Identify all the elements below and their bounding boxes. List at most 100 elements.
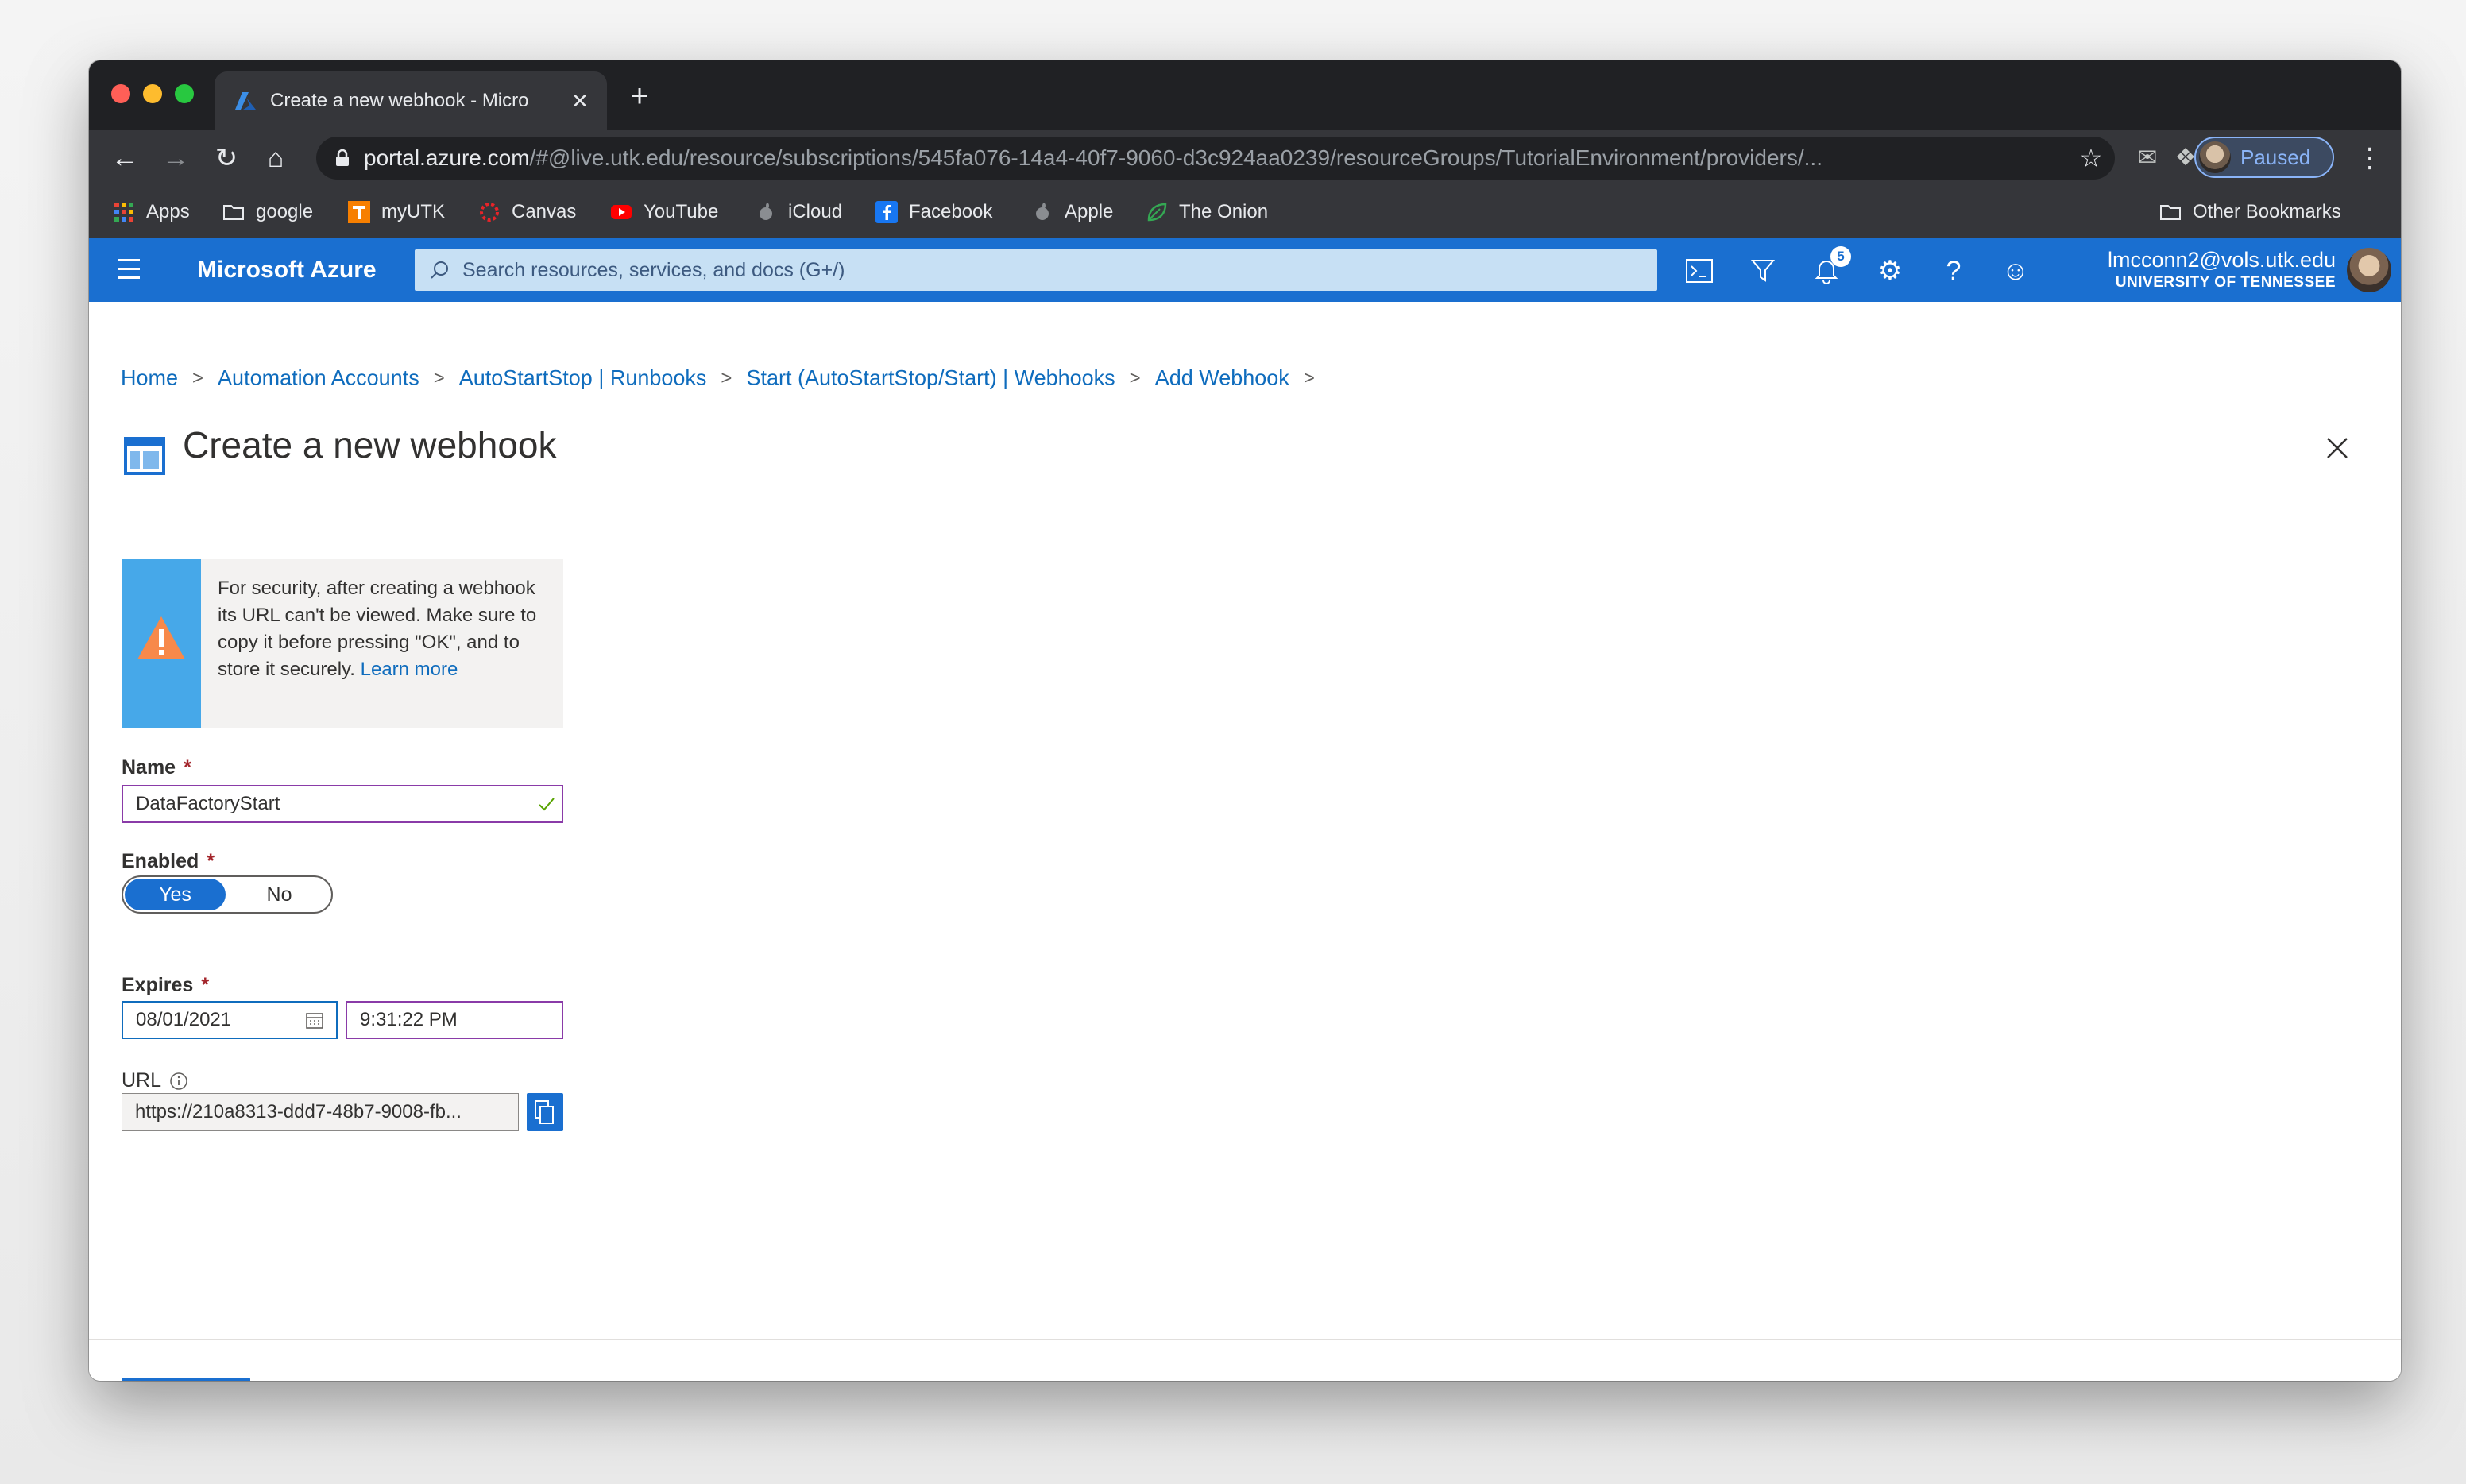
bookmark-myutk[interactable]: myUTK: [348, 186, 445, 238]
other-bookmarks-label: Other Bookmarks: [2193, 201, 2341, 222]
enabled-label: Enabled *: [122, 850, 215, 873]
chevron-right-icon: >: [433, 367, 445, 388]
azure-logo-icon: [235, 92, 256, 110]
close-icon[interactable]: [2321, 432, 2353, 464]
breadcrumb-add-webhook[interactable]: Add Webhook: [1155, 366, 1289, 391]
settings-gear-icon[interactable]: ⚙: [1870, 251, 1910, 291]
bookmark-the-onion[interactable]: The Onion: [1146, 186, 1268, 238]
expires-label-text: Expires: [122, 974, 194, 996]
facebook-logo-icon: [875, 201, 898, 223]
chevron-right-icon: >: [1129, 367, 1141, 388]
bookmark-star-icon[interactable]: ☆: [2067, 143, 2115, 173]
user-organization: UNIVERSITY OF TENNESSEE: [2115, 274, 2336, 291]
bookmark-apple[interactable]: Apple: [1031, 186, 1113, 238]
mail-extension-icon[interactable]: ✉: [2129, 140, 2166, 176]
breadcrumb-webhooks[interactable]: Start (AutoStartStop/Start) | Webhooks: [746, 366, 1115, 391]
back-arrow-icon[interactable]: ←: [105, 138, 145, 178]
webhook-url-input[interactable]: [122, 1093, 519, 1131]
help-question-icon[interactable]: ?: [1934, 251, 1973, 291]
account-menu[interactable]: lmcconn2@vols.utk.edu UNIVERSITY OF TENN…: [2108, 246, 2336, 292]
directory-filter-icon[interactable]: [1743, 251, 1783, 291]
bookmark-apps[interactable]: Apps: [113, 186, 190, 238]
browser-tab-active[interactable]: Create a new webhook - Micro ✕: [215, 71, 607, 130]
bookmark-label: Apple: [1065, 201, 1114, 222]
checkmark-icon: [539, 798, 555, 811]
name-label-text: Name: [122, 756, 176, 779]
search-icon: [431, 261, 448, 279]
notification-count-badge: 5: [1830, 246, 1851, 267]
calendar-icon[interactable]: [305, 1011, 324, 1030]
maximize-window-button[interactable]: [175, 84, 194, 103]
canvas-logo-icon: [480, 203, 499, 222]
profile-avatar: [2199, 141, 2231, 173]
bookmark-label: iCloud: [788, 201, 843, 222]
profile-button[interactable]: Paused: [2194, 137, 2334, 178]
home-icon[interactable]: ⌂: [256, 138, 296, 178]
utk-logo-icon: [348, 201, 370, 223]
copy-to-clipboard-button[interactable]: [527, 1093, 563, 1131]
url-path: /#@live.utk.edu/resource/subscriptions/5…: [529, 145, 1822, 170]
enabled-yes-option[interactable]: Yes: [125, 879, 226, 910]
cloud-shell-icon[interactable]: [1679, 251, 1719, 291]
breadcrumb-runbooks[interactable]: AutoStartStop | Runbooks: [459, 366, 707, 391]
chevron-right-icon: >: [192, 367, 204, 388]
enabled-no-option[interactable]: No: [229, 879, 330, 910]
address-bar[interactable]: portal.azure.com/#@live.utk.edu/resource…: [316, 137, 2115, 180]
browser-toolbar: ← → ↻ ⌂ portal.azure.com/#@live.utk.edu/…: [89, 130, 2401, 186]
page-title: Create a new webhook: [183, 424, 557, 466]
global-search-input[interactable]: Search resources, services, and docs (G+…: [415, 249, 1657, 291]
apple-logo-icon: [1036, 203, 1049, 220]
webhook-name-input[interactable]: [122, 785, 563, 823]
bookmark-label: The Onion: [1179, 201, 1269, 222]
expires-time-input[interactable]: [346, 1001, 563, 1039]
search-placeholder: Search resources, services, and docs (G+…: [462, 258, 845, 281]
browser-menu-icon[interactable]: ⋮: [2350, 138, 2390, 178]
enabled-toggle: Yes No: [122, 875, 333, 914]
profile-label: Paused: [2240, 145, 2311, 169]
url-text: portal.azure.com/#@live.utk.edu/resource…: [364, 145, 2067, 171]
reload-icon[interactable]: ↻: [207, 138, 246, 178]
bookmark-google[interactable]: google: [222, 186, 313, 238]
learn-more-link[interactable]: Learn more: [361, 659, 458, 680]
forward-arrow-icon[interactable]: →: [156, 138, 195, 178]
bookmark-label: google: [256, 201, 314, 222]
name-label: Name *: [122, 756, 191, 779]
breadcrumb-automation-accounts[interactable]: Automation Accounts: [218, 366, 419, 391]
tab-bar: Create a new webhook - Micro ✕ +: [89, 60, 2401, 130]
bookmark-canvas[interactable]: Canvas: [478, 186, 576, 238]
bookmark-icloud[interactable]: iCloud: [755, 186, 842, 238]
browser-window: Create a new webhook - Micro ✕ + ← → ↻ ⌂…: [89, 60, 2401, 1381]
folder-icon: [2160, 205, 2181, 220]
new-tab-icon[interactable]: +: [620, 76, 659, 116]
lock-icon: [336, 149, 349, 166]
apple-logo-icon: [760, 203, 772, 220]
onion-leaf-icon: [1147, 203, 1167, 222]
apps-grid-icon: [114, 203, 133, 222]
blade-content: Home > Automation Accounts > AutoStartSt…: [89, 302, 2401, 1381]
close-tab-icon[interactable]: ✕: [564, 89, 596, 114]
ok-button[interactable]: OK: [122, 1378, 250, 1381]
minimize-window-button[interactable]: [143, 84, 162, 103]
breadcrumb: Home > Automation Accounts > AutoStartSt…: [121, 366, 1329, 391]
bookmark-youtube[interactable]: YouTube: [610, 186, 718, 238]
required-asterisk: *: [184, 756, 191, 779]
required-asterisk: *: [207, 850, 215, 872]
footer-divider: [89, 1339, 2401, 1340]
url-label-text: URL: [122, 1069, 162, 1092]
url-host: portal.azure.com: [364, 145, 530, 170]
close-window-button[interactable]: [111, 84, 130, 103]
bookmark-facebook[interactable]: Facebook: [875, 186, 992, 238]
bookmark-label: YouTube: [644, 201, 719, 222]
enabled-label-text: Enabled: [122, 850, 199, 872]
portal-menu-icon[interactable]: [118, 259, 140, 281]
azure-brand[interactable]: Microsoft Azure: [197, 238, 377, 302]
other-bookmarks[interactable]: Other Bookmarks: [2159, 186, 2341, 238]
url-label: URL: [122, 1069, 188, 1092]
info-icon[interactable]: [169, 1072, 188, 1091]
user-avatar[interactable]: [2347, 248, 2391, 292]
notifications-bell-icon[interactable]: 5: [1807, 246, 1851, 291]
breadcrumb-home[interactable]: Home: [121, 366, 178, 391]
bookmark-label: myUTK: [381, 201, 445, 222]
chevron-right-icon: >: [721, 367, 732, 388]
feedback-smiley-icon[interactable]: ☺: [1996, 251, 2035, 291]
